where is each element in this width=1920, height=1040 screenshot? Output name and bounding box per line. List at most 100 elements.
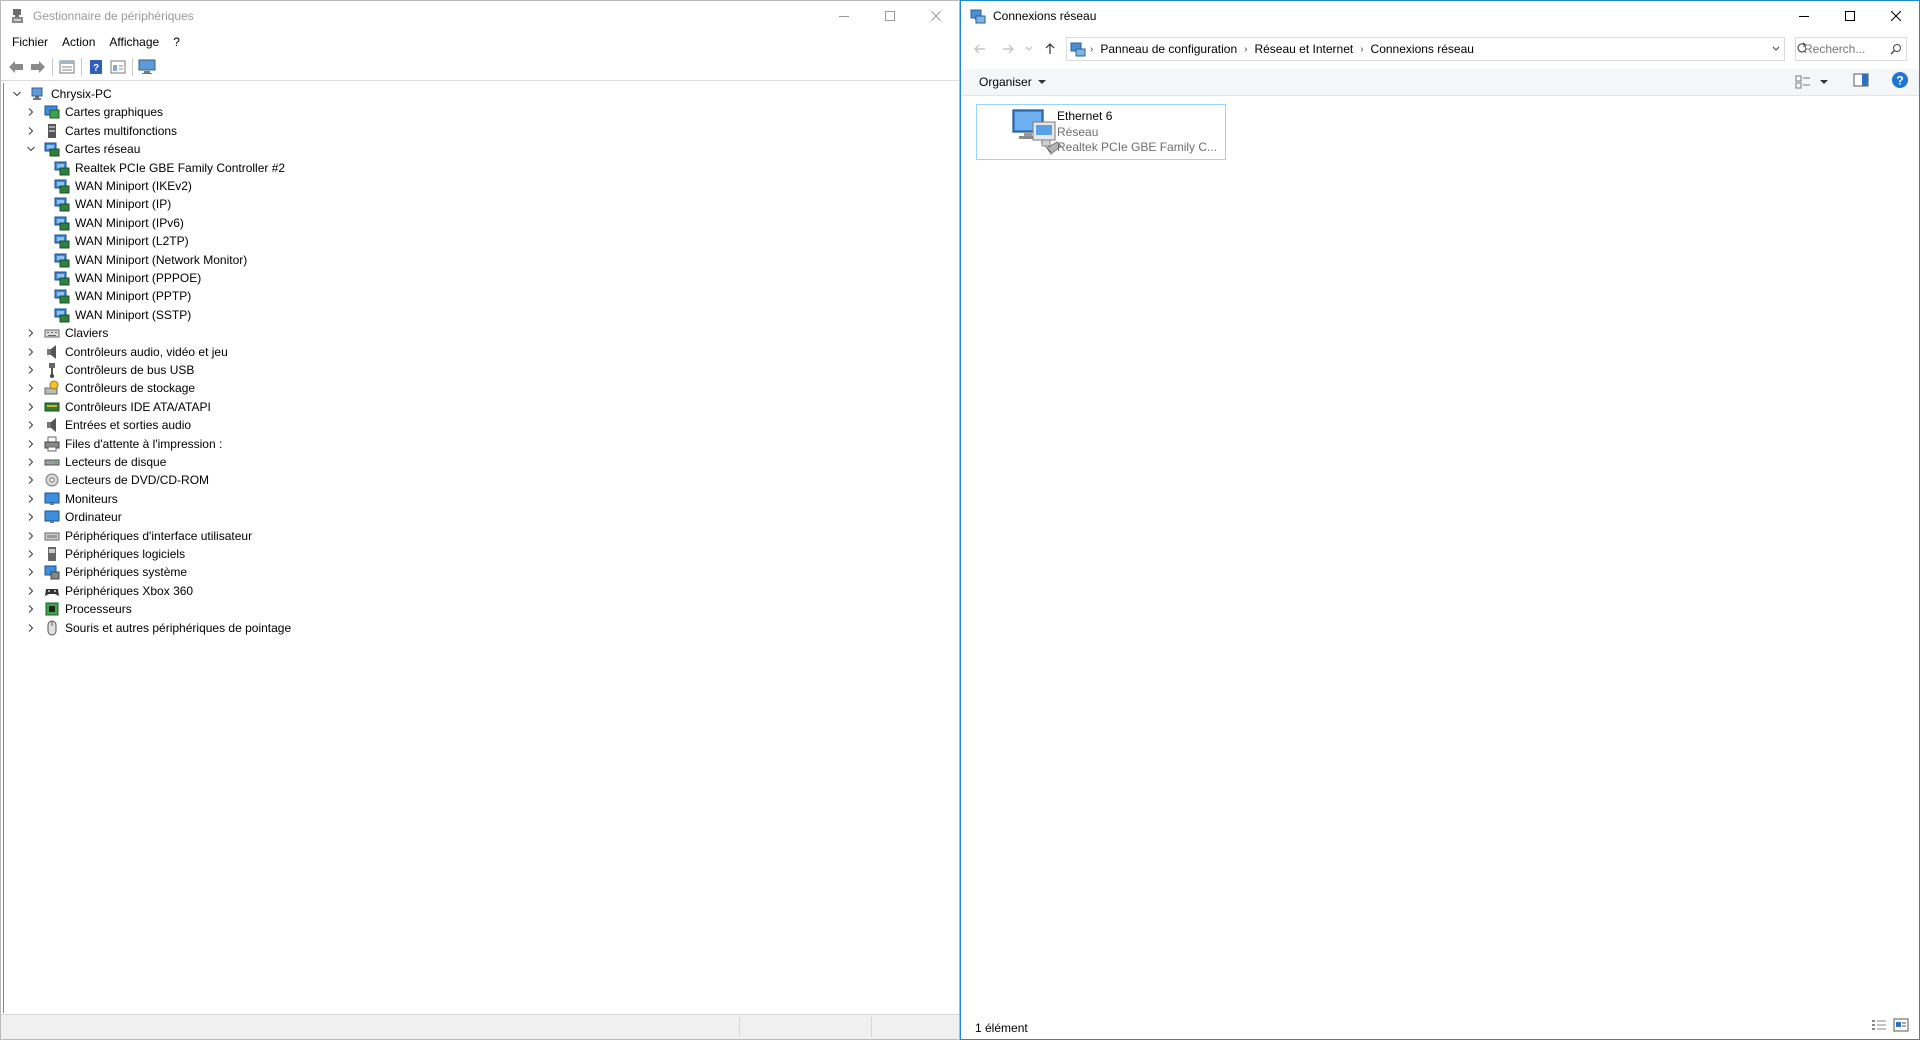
menu-help[interactable]: ?: [166, 31, 187, 53]
maximize-button[interactable]: [867, 1, 913, 31]
nav-up-button[interactable]: [1036, 37, 1064, 61]
tiles-view-toggle[interactable]: [1893, 1018, 1909, 1035]
recent-locations-button[interactable]: [1022, 37, 1036, 61]
breadcrumb-chevron-icon[interactable]: ›: [1240, 44, 1251, 55]
tree-item-category[interactable]: Files d'attente à l'impression :: [24, 435, 222, 453]
tiles-view-icon: [1893, 1018, 1909, 1032]
tree-item-category[interactable]: Entrées et sorties audio: [24, 416, 191, 434]
expand-chevron-icon[interactable]: [24, 510, 38, 524]
tree-item-label: Ordinateur: [65, 510, 122, 525]
expand-chevron-icon[interactable]: [24, 565, 38, 579]
tree-item-label: Périphériques système: [65, 565, 188, 580]
help-button[interactable]: ?: [85, 56, 107, 78]
search-box[interactable]: [1795, 37, 1907, 61]
breadcrumb-control-panel[interactable]: Panneau de configuration: [1097, 42, 1240, 56]
minimize-icon: [839, 16, 849, 17]
tree-item-category[interactable]: Souris et autres périphériques de pointa…: [24, 619, 291, 637]
expand-chevron-icon[interactable]: [24, 602, 38, 616]
breadcrumb-network-connections[interactable]: Connexions réseau: [1368, 42, 1477, 56]
tree-item-category[interactable]: Périphériques Xbox 360: [24, 582, 193, 600]
expand-chevron-icon[interactable]: [24, 345, 38, 359]
close-button[interactable]: [913, 1, 959, 31]
tree-item-category[interactable]: Contrôleurs de stockage: [24, 379, 195, 397]
expand-chevron-icon[interactable]: [24, 437, 38, 451]
tree-item-device[interactable]: WAN Miniport (SSTP): [54, 306, 191, 324]
expand-chevron-icon[interactable]: [24, 473, 38, 487]
tree-item-category[interactable]: Périphériques d'interface utilisateur: [24, 527, 252, 545]
menu-affichage[interactable]: Affichage: [102, 31, 166, 53]
tree-item-device[interactable]: WAN Miniport (Network Monitor): [54, 251, 247, 269]
expand-chevron-icon[interactable]: [24, 492, 38, 506]
tree-item-category[interactable]: Contrôleurs audio, vidéo et jeu: [24, 343, 228, 361]
tree-item-category[interactable]: Périphériques système: [24, 563, 187, 581]
tree-item-label: WAN Miniport (Network Monitor): [75, 252, 248, 267]
connection-device: Realtek PCIe GBE Family C...: [1057, 140, 1218, 154]
tree-item-category[interactable]: Lecteurs de disque: [24, 453, 166, 471]
tree-item-category[interactable]: Cartes réseau: [24, 140, 140, 158]
tree-item-category[interactable]: Cartes graphiques: [24, 103, 163, 121]
tree-item-category[interactable]: Contrôleurs de bus USB: [24, 361, 194, 379]
nav-back-button[interactable]: [966, 37, 994, 61]
search-input[interactable]: [1796, 41, 1890, 57]
expand-chevron-icon[interactable]: [24, 363, 38, 377]
tree-item-category[interactable]: Processeurs: [24, 600, 132, 618]
tree-item-device[interactable]: WAN Miniport (IPv6): [54, 214, 184, 232]
scan-hardware-button[interactable]: [136, 56, 158, 78]
device-manager-titlebar[interactable]: Gestionnaire de périphériques: [1, 1, 959, 31]
tree-item-category[interactable]: Périphériques logiciels: [24, 545, 185, 563]
close-button[interactable]: [1873, 1, 1919, 31]
breadcrumb-chevron-icon[interactable]: ›: [1356, 44, 1367, 55]
expand-chevron-icon[interactable]: [24, 418, 38, 432]
help-button[interactable]: ?: [1891, 71, 1909, 92]
network-connections-titlebar[interactable]: Connexions réseau: [961, 1, 1919, 31]
tree-item-category[interactable]: Chrysix-PC: [10, 85, 112, 103]
tree-item-category[interactable]: Ordinateur: [24, 508, 122, 526]
details-view-toggle[interactable]: [1871, 1018, 1887, 1035]
expand-chevron-icon[interactable]: [24, 621, 38, 635]
system-device-icon: [44, 565, 60, 580]
back-button[interactable]: [5, 56, 27, 78]
expand-chevron-icon[interactable]: [24, 529, 38, 543]
forward-button[interactable]: [27, 56, 49, 78]
minimize-button[interactable]: [1781, 1, 1827, 31]
tree-item-category[interactable]: Claviers: [24, 324, 108, 342]
expand-chevron-icon[interactable]: [24, 381, 38, 395]
tree-item-device[interactable]: WAN Miniport (L2TP): [54, 232, 189, 250]
tree-item-category[interactable]: Contrôleurs IDE ATA/ATAPI: [24, 398, 211, 416]
menu-fichier[interactable]: Fichier: [5, 31, 55, 53]
expand-chevron-icon[interactable]: [24, 105, 38, 119]
address-dropdown-icon[interactable]: [1772, 46, 1780, 52]
collapse-chevron-icon[interactable]: [10, 87, 24, 101]
preview-pane-button[interactable]: [1853, 73, 1869, 90]
expand-chevron-icon[interactable]: [24, 547, 38, 561]
tree-item-device[interactable]: WAN Miniport (IKEv2): [54, 177, 192, 195]
tree-item-device[interactable]: Realtek PCIe GBE Family Controller #2: [54, 159, 285, 177]
tree-item-device[interactable]: WAN Miniport (IP): [54, 195, 171, 213]
command-bar: Organiser ?: [961, 69, 1919, 96]
tree-item-category[interactable]: Cartes multifonctions: [24, 122, 177, 140]
properties-button[interactable]: [56, 56, 78, 78]
menu-action[interactable]: Action: [55, 31, 102, 53]
search-icon[interactable]: [1890, 43, 1902, 55]
organize-button[interactable]: Organiser: [979, 75, 1047, 89]
expand-chevron-icon[interactable]: [24, 455, 38, 469]
minimize-button[interactable]: [821, 1, 867, 31]
tree-item-device[interactable]: WAN Miniport (PPTP): [54, 287, 191, 305]
address-bar[interactable]: › Panneau de configuration › Réseau et I…: [1066, 37, 1785, 61]
details-view-button[interactable]: [107, 56, 129, 78]
tree-item-device[interactable]: WAN Miniport (PPPOE): [54, 269, 201, 287]
connection-ethernet-6[interactable]: Ethernet 6 Réseau Realtek PCIe GBE Famil…: [976, 104, 1226, 160]
change-view-button[interactable]: [1795, 75, 1829, 89]
breadcrumb-network-internet[interactable]: Réseau et Internet: [1251, 42, 1356, 56]
maximize-button[interactable]: [1827, 1, 1873, 31]
expand-chevron-icon[interactable]: [24, 400, 38, 414]
expand-chevron-icon[interactable]: [24, 124, 38, 138]
nav-forward-button[interactable]: [994, 37, 1022, 61]
expand-chevron-icon[interactable]: [24, 584, 38, 598]
collapse-chevron-icon[interactable]: [24, 142, 38, 156]
connections-list[interactable]: Ethernet 6 Réseau Realtek PCIe GBE Famil…: [961, 96, 1919, 1015]
tree-item-category[interactable]: Moniteurs: [24, 490, 118, 508]
tree-item-category[interactable]: Lecteurs de DVD/CD-ROM: [24, 471, 209, 489]
expand-chevron-icon[interactable]: [24, 326, 38, 340]
device-tree[interactable]: Chrysix-PC Cartes graphiques Cartes multif…: [3, 83, 959, 1013]
